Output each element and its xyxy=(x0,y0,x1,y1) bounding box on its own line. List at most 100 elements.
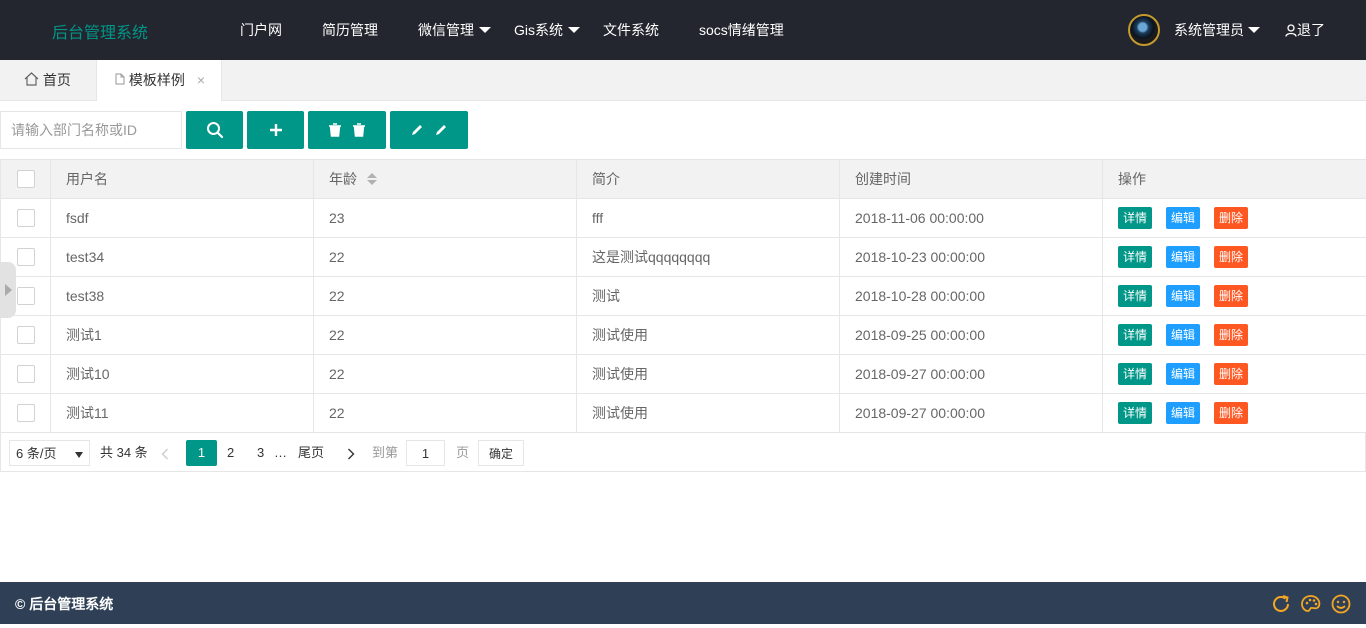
nav-item-gis[interactable]: Gis系统 xyxy=(514,0,580,60)
nav-label: 文件系统 xyxy=(603,22,659,38)
add-button[interactable] xyxy=(247,111,304,149)
row-checkbox[interactable] xyxy=(16,365,35,384)
batch-delete-button[interactable] xyxy=(308,111,386,149)
cell-actions: 详情 编辑 删除 xyxy=(1102,237,1366,277)
page-size-value: 6 条/页 xyxy=(16,446,57,461)
smile-icon[interactable] xyxy=(1330,593,1352,615)
pagination: 6 条/页 共 34 条 1 2 3 … 尾页 到第 1 页 确定 xyxy=(0,432,1366,472)
cell-created: 2018-09-25 00:00:00 xyxy=(839,315,1103,355)
page-1-button[interactable]: 1 xyxy=(186,440,217,466)
caret-down-icon xyxy=(479,27,491,34)
palette-icon[interactable] xyxy=(1300,593,1322,615)
user-menu[interactable]: 系统管理员 xyxy=(1174,0,1260,60)
user-name: 系统管理员 xyxy=(1174,22,1244,38)
app-logo[interactable]: 后台管理系统 xyxy=(52,19,148,43)
cell-actions: 详情 编辑 删除 xyxy=(1102,315,1366,355)
table-header-row: 用户名 年龄 简介 创建时间 操作 xyxy=(0,159,1366,199)
avatar[interactable] xyxy=(1128,14,1160,46)
detail-button[interactable]: 详情 xyxy=(1118,402,1153,424)
logout-label: 退了 xyxy=(1297,22,1325,38)
next-page-button[interactable] xyxy=(347,440,355,466)
chevron-right-icon xyxy=(348,448,355,460)
edit-button[interactable]: 编辑 xyxy=(1166,285,1201,307)
edit-button[interactable]: 编辑 xyxy=(1166,246,1201,268)
nav-item-socs[interactable]: socs情绪管理 xyxy=(699,0,784,60)
detail-button[interactable]: 详情 xyxy=(1118,285,1153,307)
page-2-button[interactable]: 2 xyxy=(227,440,234,466)
goto-page-input[interactable]: 1 xyxy=(406,440,445,466)
tab-label: 首页 xyxy=(42,72,71,88)
column-header-created: 创建时间 xyxy=(839,159,1103,199)
page-3-button[interactable]: 3 xyxy=(257,440,264,466)
prev-page-button[interactable] xyxy=(161,440,169,466)
edit-button[interactable]: 编辑 xyxy=(1166,402,1201,424)
cell-intro: 这是测试qqqqqqqq xyxy=(576,237,840,277)
user-icon xyxy=(1285,24,1297,37)
file-icon xyxy=(115,73,125,85)
search-button[interactable] xyxy=(186,111,243,149)
detail-button[interactable]: 详情 xyxy=(1118,246,1153,268)
cell-intro: fff xyxy=(576,198,840,238)
column-label: 年龄 xyxy=(329,171,357,187)
nav-item-portal[interactable]: 门户网 xyxy=(240,0,282,60)
cell-username: fsdf xyxy=(50,198,314,238)
delete-button[interactable]: 删除 xyxy=(1214,363,1249,385)
caret-down-icon xyxy=(75,452,83,458)
row-checkbox[interactable] xyxy=(16,209,35,228)
nav-label: Gis系统 xyxy=(514,22,563,38)
detail-button[interactable]: 详情 xyxy=(1118,363,1153,385)
search-icon xyxy=(206,122,223,139)
detail-button[interactable]: 详情 xyxy=(1118,207,1153,229)
column-header-age[interactable]: 年龄 xyxy=(313,159,577,199)
goto-confirm-button[interactable]: 确定 xyxy=(478,440,524,466)
cell-intro: 测试 xyxy=(576,276,840,316)
sidebar-toggle[interactable] xyxy=(0,262,16,318)
refresh-icon[interactable] xyxy=(1270,593,1292,615)
page-size-select[interactable]: 6 条/页 xyxy=(9,440,90,466)
row-checkbox[interactable] xyxy=(16,287,35,306)
edit-button[interactable]: 编辑 xyxy=(1166,363,1201,385)
tab-template-sample[interactable]: 模板样例 × xyxy=(96,60,222,101)
cell-created: 2018-09-27 00:00:00 xyxy=(839,393,1103,433)
close-icon[interactable]: × xyxy=(197,60,205,101)
select-all-cell xyxy=(0,159,51,199)
nav-item-wechat[interactable]: 微信管理 xyxy=(418,0,491,60)
nav-item-files[interactable]: 文件系统 xyxy=(603,0,659,60)
footer: © 后台管理系统 xyxy=(0,582,1366,628)
search-input[interactable] xyxy=(0,111,182,149)
detail-button[interactable]: 详情 xyxy=(1118,324,1153,346)
cell-created: 2018-10-28 00:00:00 xyxy=(839,276,1103,316)
page-ellipsis: … xyxy=(274,445,287,460)
edit-button[interactable]: 编辑 xyxy=(1166,324,1201,346)
edit-button[interactable]: 编辑 xyxy=(1166,207,1201,229)
cell-username: 测试10 xyxy=(50,354,314,394)
cell-intro: 测试使用 xyxy=(576,393,840,433)
select-all-checkbox[interactable] xyxy=(16,170,35,189)
pencil-icon xyxy=(412,125,422,135)
delete-button[interactable]: 删除 xyxy=(1214,285,1249,307)
cell-username: test34 xyxy=(50,237,314,277)
delete-button[interactable]: 删除 xyxy=(1214,246,1249,268)
last-page-button[interactable]: 尾页 xyxy=(298,440,324,466)
nav-item-resume[interactable]: 简历管理 xyxy=(322,0,378,60)
table-row: 测试1 22 测试使用 2018-09-25 00:00:00 详情 编辑 删除 xyxy=(0,315,1366,355)
cell-actions: 详情 编辑 删除 xyxy=(1102,276,1366,316)
cell-age: 23 xyxy=(313,198,577,238)
delete-button[interactable]: 删除 xyxy=(1214,324,1249,346)
delete-button[interactable]: 删除 xyxy=(1214,402,1249,424)
caret-down-icon xyxy=(1248,27,1260,34)
plus-icon xyxy=(269,124,282,136)
tab-home[interactable]: 首页 xyxy=(0,60,96,101)
row-checkbox[interactable] xyxy=(16,404,35,423)
total-count: 共 34 条 xyxy=(100,445,148,460)
row-select-cell xyxy=(0,315,51,355)
row-checkbox[interactable] xyxy=(16,326,35,345)
sort-icon[interactable] xyxy=(367,173,377,186)
row-checkbox[interactable] xyxy=(16,248,35,267)
row-select-cell xyxy=(0,198,51,238)
cell-age: 22 xyxy=(313,354,577,394)
logout-link[interactable]: 退了 xyxy=(1285,0,1325,60)
delete-button[interactable]: 删除 xyxy=(1214,207,1249,229)
table-row: 测试11 22 测试使用 2018-09-27 00:00:00 详情 编辑 删除 xyxy=(0,393,1366,433)
batch-edit-button[interactable] xyxy=(390,111,468,149)
